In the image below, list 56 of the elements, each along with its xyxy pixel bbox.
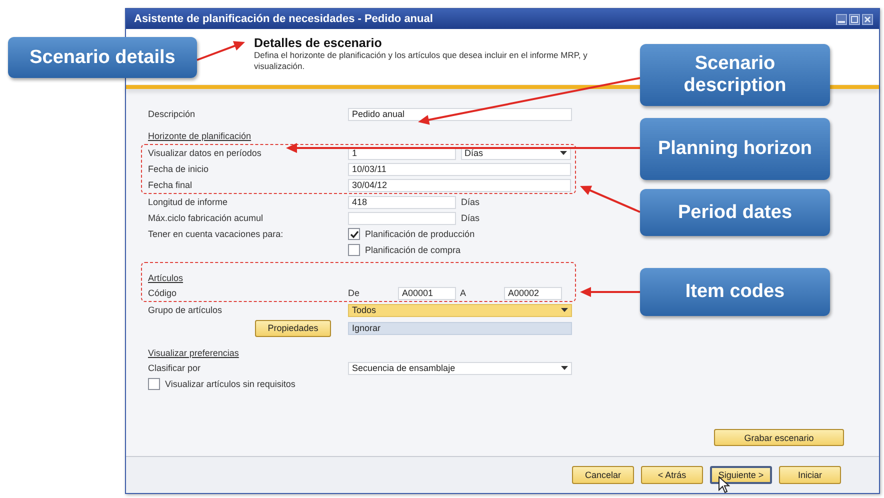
pointer-arrow — [580, 186, 640, 213]
field-label: A — [459, 288, 468, 298]
step-description: Defina el horizonte de planificación y los artículos que desea incluir en el informe MRP, y — [254, 50, 588, 61]
dropdown[interactable]: Secuencia de ensamblaje — [348, 362, 572, 374]
field-label: Tener en cuenta vacaciones para: — [148, 229, 284, 239]
field-label: Visualizar datos en períodos — [148, 148, 262, 158]
caret-icon — [561, 366, 568, 370]
unit-label: Días — [461, 213, 480, 223]
maximize-icon[interactable] — [849, 14, 860, 24]
wizard-button[interactable]: Iniciar — [779, 466, 841, 484]
field-label: Máx.ciclo fabricación acumul — [148, 213, 264, 223]
section-heading: Horizonte de planificación — [148, 131, 252, 141]
callout-label: Scenario details — [8, 37, 197, 78]
checkbox[interactable] — [348, 228, 360, 240]
checkbox-label: Planificación de compra — [365, 245, 461, 255]
pointer-arrow — [196, 41, 245, 61]
callout-label: Planning horizon — [640, 118, 830, 180]
checkbox[interactable] — [148, 378, 160, 390]
callout-label: Period dates — [640, 189, 830, 236]
text-field[interactable] — [348, 212, 456, 224]
text-field[interactable]: A00001 — [398, 286, 456, 300]
checkbox[interactable] — [348, 244, 360, 256]
text-field[interactable]: Pedido anual — [348, 108, 572, 120]
section-heading: Visualizar preferencias — [148, 348, 240, 358]
save-scenario-button[interactable]: Grabar escenario — [714, 429, 844, 446]
callout-label: Item codes — [640, 268, 830, 316]
step-description: visualización. — [254, 61, 305, 72]
text-field[interactable]: 418 — [348, 196, 456, 208]
date-field[interactable]: 10/03/11 — [348, 162, 571, 176]
field-label: Clasificar por — [148, 363, 202, 373]
pointer-arrow — [580, 287, 640, 297]
caret-icon — [561, 308, 568, 312]
checkbox-label: Visualizar artículos sin requisitos — [165, 379, 296, 389]
step-title: Detalles de escenario — [254, 36, 383, 50]
caret-icon — [560, 151, 567, 155]
field-label: De — [348, 288, 361, 298]
unit-label: Días — [461, 197, 480, 207]
wizard-button[interactable]: Siguiente > — [710, 466, 772, 484]
wizard-button[interactable]: Cancelar — [572, 466, 634, 484]
minimize-icon[interactable] — [836, 14, 847, 24]
field-label: Descripción — [148, 109, 196, 119]
field-label: Código — [148, 288, 178, 298]
field-label: Longitud de informe — [148, 197, 229, 207]
dropdown[interactable]: Todos — [348, 304, 572, 316]
field-label: Fecha final — [148, 180, 194, 190]
close-icon[interactable] — [862, 14, 873, 24]
wizard-button[interactable]: < Atrás — [641, 466, 703, 484]
field-label: Fecha de inicio — [148, 164, 210, 174]
callout-label: Scenario description — [640, 44, 830, 106]
section-heading: Artículos — [148, 273, 184, 283]
field-label: Grupo de artículos — [148, 305, 224, 315]
checkbox-label: Planificación de producción — [365, 229, 475, 239]
date-field[interactable]: 30/04/12 — [348, 178, 571, 192]
window-title: Asistente de planificación de necesidades - Pedido anual — [134, 13, 433, 25]
text-field[interactable]: A00002 — [504, 286, 562, 300]
properties-button[interactable]: Propiedades — [255, 320, 331, 336]
